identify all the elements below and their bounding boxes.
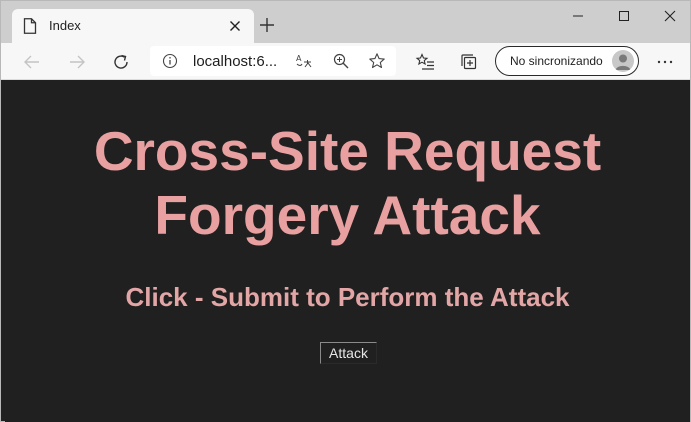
attack-button[interactable]: Attack bbox=[320, 342, 377, 364]
info-icon[interactable] bbox=[162, 53, 178, 69]
minimize-icon[interactable] bbox=[561, 5, 595, 27]
refresh-icon[interactable] bbox=[108, 49, 134, 75]
maximize-icon[interactable] bbox=[607, 5, 641, 27]
browser-toolbar: localhost:6... A No sincronizando bbox=[1, 43, 690, 80]
star-icon[interactable] bbox=[368, 52, 386, 70]
browser-window: Index localhost:6... A No sincronizando … bbox=[0, 0, 691, 422]
profile-sync-button[interactable]: No sincronizando bbox=[495, 46, 639, 76]
forward-arrow-icon[interactable] bbox=[64, 49, 90, 75]
tab-title: Index bbox=[49, 18, 81, 33]
window-close-icon[interactable] bbox=[653, 5, 687, 27]
page-icon bbox=[23, 18, 37, 34]
page-content: Cross-Site Request Forgery Attack Click … bbox=[5, 81, 690, 422]
favorites-list-icon[interactable] bbox=[413, 49, 439, 75]
svg-text:A: A bbox=[296, 54, 302, 63]
zoom-icon[interactable] bbox=[332, 52, 350, 70]
address-text[interactable]: localhost:6... bbox=[193, 53, 277, 70]
address-bar[interactable]: localhost:6... A bbox=[150, 46, 396, 76]
close-icon[interactable] bbox=[224, 15, 246, 37]
plus-icon[interactable] bbox=[256, 14, 278, 36]
tab-strip: Index bbox=[1, 1, 690, 43]
back-arrow-icon[interactable] bbox=[19, 49, 45, 75]
page-subtitle: Click - Submit to Perform the Attack bbox=[125, 282, 570, 312]
avatar-icon bbox=[612, 50, 634, 72]
tab-index[interactable]: Index bbox=[12, 9, 254, 43]
collections-icon[interactable] bbox=[456, 49, 482, 75]
page-title: Cross-Site Request Forgery Attack bbox=[93, 120, 602, 246]
sync-label: No sincronizando bbox=[510, 54, 603, 68]
read-aloud-icon[interactable]: A bbox=[295, 52, 313, 70]
more-icon[interactable] bbox=[653, 50, 677, 74]
